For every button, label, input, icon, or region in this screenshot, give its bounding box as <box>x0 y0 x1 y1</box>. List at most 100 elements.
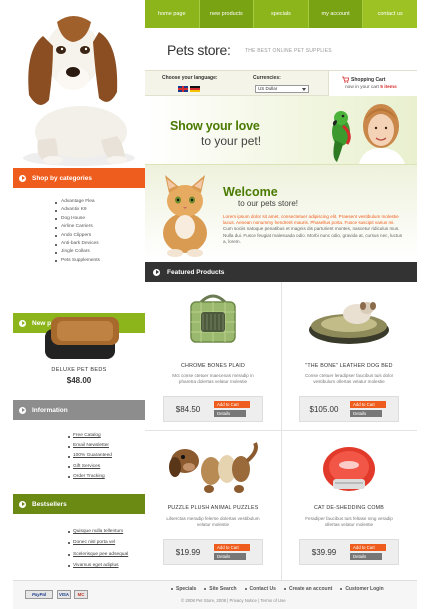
hero-dog-image <box>13 0 145 168</box>
woman-parrot-image <box>332 104 405 164</box>
add-to-cart-button[interactable]: Add to Cart <box>214 544 250 551</box>
new-product-name[interactable]: DELUXE PET BEDS <box>13 367 145 373</box>
product-name[interactable]: CAT DE-SHEDDING COMB <box>281 505 417 511</box>
product-card: CHROME BONES PLAID Mct conse ctetuer mae… <box>145 282 281 430</box>
page: Shop by categories Advantage Flea Advant… <box>0 0 430 609</box>
shopping-cart-box[interactable]: Shopping Cart now in your cart 5 items <box>328 71 417 96</box>
welcome-text: Lorem ipsum dolor sit amet, consectetuer… <box>223 214 403 245</box>
left-column: Shop by categories Advantage Flea Advant… <box>13 0 145 609</box>
footer: PayPal VISA MC Specials Site Search Cont… <box>13 580 417 609</box>
product-description: Conse ctetuer leradipser faucibus tuis d… <box>304 373 394 385</box>
add-to-cart-button[interactable]: Add to Cart <box>350 544 386 551</box>
flag-de-icon[interactable] <box>190 86 200 92</box>
information-header: Information <box>13 400 145 420</box>
category-item[interactable]: Advantix K9 <box>55 206 100 214</box>
currency-select[interactable]: US Dollar <box>255 85 309 93</box>
arrow-right-icon <box>153 268 160 276</box>
product-name[interactable]: CHROME BONES PLAID <box>145 363 281 369</box>
welcome-subtitle: to our pets store! <box>238 199 299 208</box>
details-button[interactable]: Details <box>350 553 382 560</box>
product-description: Feradiper faucibus tuis feltase ning ver… <box>305 516 393 528</box>
price-box: $84.50 Add to Cart Details <box>163 396 263 422</box>
product-price: $84.50 <box>175 404 201 414</box>
welcome-text-highlight: Lorem ipsum dolor sit amet, consectetuer… <box>223 214 399 226</box>
cart-title: Shopping Cart <box>351 77 386 83</box>
arrow-right-icon <box>19 174 26 182</box>
information-link[interactable]: Email Newsletter <box>68 441 112 451</box>
category-item[interactable]: Ando Clippers <box>55 232 100 240</box>
featured-header: Featured Products <box>145 262 417 282</box>
hero-headline: Show your love <box>170 119 260 133</box>
product-card: CAT DE-SHEDDING COMB Feradiper faucibus … <box>281 431 417 579</box>
pet-bed-image[interactable] <box>31 315 127 365</box>
product-name[interactable]: "THE BONE" LEATHER DOG BED <box>281 363 417 369</box>
details-button[interactable]: Details <box>214 553 246 560</box>
product-description: Lilserctas meradip felerse dolertas vest… <box>166 516 260 528</box>
add-to-cart-button[interactable]: Add to Cart <box>214 401 250 408</box>
product-card: "THE BONE" LEATHER DOG BED Conse ctetuer… <box>281 282 417 430</box>
cart-status-prefix: now in your cart <box>345 85 379 90</box>
footer-link-customer-login[interactable]: Customer Login <box>340 586 384 592</box>
footer-link-specials[interactable]: Specials <box>171 586 196 592</box>
arrow-right-icon <box>19 500 26 508</box>
nav-home[interactable]: home page <box>145 0 200 28</box>
nav-specials[interactable]: specials <box>254 0 309 28</box>
product-price: $105.00 <box>309 404 339 414</box>
footer-link-site-search[interactable]: Site Search <box>204 586 237 592</box>
bestseller-link[interactable]: Donec nisl porta vel <box>68 537 128 548</box>
main-area: home page new products specials my accou… <box>145 0 417 609</box>
bestseller-link[interactable]: Scelerisque pee adsequal <box>68 549 128 560</box>
information-link[interactable]: 100% Guaranteed <box>68 451 112 461</box>
hero-banner: Show your love to your pet! <box>145 96 417 164</box>
bestseller-link[interactable]: Quisque nulla tellentum <box>68 526 128 537</box>
information-link[interactable]: Gift Services <box>68 462 112 472</box>
pet-carrier-image[interactable] <box>185 290 241 350</box>
category-item[interactable]: Anti-bark Devices <box>55 240 100 248</box>
product-name[interactable]: PUZZLE PLUSH ANIMAL PUZZLES <box>145 505 281 511</box>
nav-my-account[interactable]: my account <box>308 0 364 28</box>
category-item[interactable]: Pets Supplements <box>55 257 100 265</box>
visa-logo: VISA <box>57 590 71 599</box>
information-link[interactable]: Order Tracking <box>68 472 112 482</box>
details-button[interactable]: Details <box>214 410 246 417</box>
footer-link-create-account[interactable]: Create an account <box>283 586 332 592</box>
options-bar: Choose your language: Currencies: US Dol… <box>145 70 417 96</box>
information-link[interactable]: Free Catalog <box>68 431 112 441</box>
site-logo[interactable]: Pets store: <box>167 42 231 58</box>
arrow-right-icon <box>19 319 26 327</box>
nav-new-products[interactable]: new products <box>199 0 255 28</box>
flag-uk-icon[interactable] <box>178 86 188 92</box>
product-price: $39.99 <box>311 547 337 557</box>
bestsellers-header: Bestsellers <box>13 494 145 514</box>
featured-title: Featured Products <box>167 268 225 276</box>
footer-link-contact[interactable]: Contact Us <box>244 586 276 592</box>
category-item[interactable]: Jingle Collars <box>55 248 100 256</box>
site-tagline: THE BEST ONLINE PET SUPPLIES <box>245 48 332 54</box>
kitten-image <box>163 175 207 257</box>
bestsellers-title: Bestsellers <box>32 500 67 508</box>
nav-contact-us[interactable]: contact us <box>363 0 417 28</box>
bestseller-link[interactable]: Vivamus eget adiplus <box>68 560 128 571</box>
cart-status: now in your cart 5 items <box>345 85 397 90</box>
category-list: Advantage Flea Advantix K9 Dog House Air… <box>55 198 100 265</box>
deshedding-comb-image[interactable] <box>319 439 379 495</box>
language-label: Choose your language: <box>162 75 218 81</box>
add-to-cart-button[interactable]: Add to Cart <box>350 401 386 408</box>
category-item[interactable]: Dog House <box>55 215 100 223</box>
top-nav: home page new products specials my accou… <box>145 0 417 28</box>
product-card: PUZZLE PLUSH ANIMAL PUZZLES Lilserctas m… <box>145 431 281 579</box>
category-item[interactable]: Airline Carriers <box>55 223 100 231</box>
information-list: Free Catalog Email Newsletter 100% Guara… <box>68 431 112 482</box>
cart-count[interactable]: 5 items <box>380 85 397 90</box>
dog-bed-image[interactable] <box>305 294 393 346</box>
basset-hound-illustration <box>23 16 135 166</box>
categories-title: Shop by categories <box>32 174 92 182</box>
price-box: $39.99 Add to Cart Details <box>299 539 399 565</box>
plush-puzzle-dog-image[interactable] <box>163 437 263 497</box>
category-item[interactable]: Advantage Flea <box>55 198 100 206</box>
hero-subheadline: to your pet! <box>201 134 262 148</box>
copyright-text: © 2008 Pet Store, 2008 | Privacy Notice … <box>181 598 286 603</box>
new-product-price: $48.00 <box>66 376 92 385</box>
details-button[interactable]: Details <box>350 410 382 417</box>
arrow-right-icon <box>19 406 26 414</box>
